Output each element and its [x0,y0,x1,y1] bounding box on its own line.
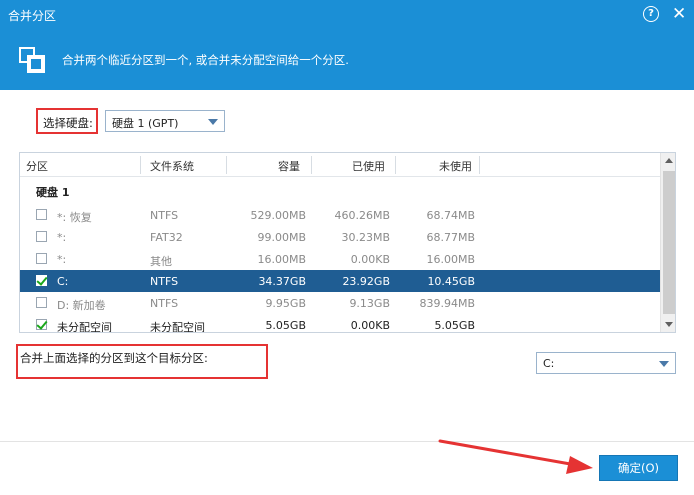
cell-partition: 未分配空间 [57,321,112,333]
table-row[interactable]: 未分配空间 未分配空间 5.05GB 0.00KB 5.05GB [20,314,660,333]
chevron-down-icon [659,361,669,367]
table-header: 分区 文件系统 容量 已使用 未使用 [20,153,660,177]
partition-table: 分区 文件系统 容量 已使用 未使用 硬盘 1 *: 恢复 NTFS 529.00M… [19,152,676,333]
cell-capacity: 5.05GB [265,319,306,332]
disk-select-label: 选择硬盘: [43,116,93,130]
cell-used: 460.26MB [334,209,390,222]
cell-used: 30.23MB [341,231,390,244]
column-divider[interactable] [140,156,141,174]
cell-capacity: 9.95GB [265,297,306,310]
close-icon[interactable]: ✕ [672,4,686,24]
cell-free: 5.05GB [434,319,475,332]
row-checkbox[interactable] [36,275,47,286]
banner-text: 合并两个临近分区到一个, 或合并未分配空间给一个分区. [62,53,349,67]
merge-target-label: 合并上面选择的分区到这个目标分区: [20,351,208,365]
row-checkbox[interactable] [36,209,47,220]
title-bar: 合并分区 ? ✕ [0,0,694,30]
column-header-capacity[interactable]: 容量 [278,158,300,174]
column-divider[interactable] [226,156,227,174]
cell-capacity: 34.37GB [258,275,306,288]
cell-used: 23.92GB [342,275,390,288]
column-divider[interactable] [479,156,480,174]
cell-filesystem: NTFS [150,297,179,310]
cell-capacity: 99.00MB [257,231,306,244]
column-header-used[interactable]: 已使用 [352,158,385,174]
table-scrollbar[interactable] [660,153,675,332]
column-divider[interactable] [395,156,396,174]
dialog-footer [0,441,694,495]
target-partition-value: C: [543,357,555,370]
cell-capacity: 16.00MB [257,253,306,266]
cell-used: 0.00KB [350,319,390,332]
cell-used: 0.00KB [350,253,390,266]
row-checkbox[interactable] [36,231,47,242]
scroll-down-icon[interactable] [661,316,675,332]
cell-filesystem: FAT32 [150,231,183,244]
column-divider[interactable] [311,156,312,174]
chevron-down-icon [208,119,218,125]
info-banner: 合并两个临近分区到一个, 或合并未分配空间给一个分区. [0,30,694,90]
cell-filesystem: NTFS [150,275,179,288]
disk-group-label: 硬盘 1 [36,186,70,199]
cell-used: 9.13GB [349,297,390,310]
cell-free: 68.77MB [426,231,475,244]
cell-filesystem: 其他 [150,255,172,268]
cell-partition: C: [57,275,69,288]
row-checkbox[interactable] [36,319,47,330]
table-row[interactable]: *: 其他 16.00MB 0.00KB 16.00MB [20,248,660,270]
ok-button[interactable]: 确定(O) [599,455,678,481]
column-header-free[interactable]: 未使用 [439,158,472,174]
cell-capacity: 529.00MB [250,209,306,222]
column-header-partition[interactable]: 分区 [26,158,48,174]
cell-free: 10.45GB [427,275,475,288]
target-partition-select[interactable]: C: [536,352,676,374]
help-icon[interactable]: ? [643,6,659,22]
table-row[interactable]: D: 新加卷 NTFS 9.95GB 9.13GB 839.94MB [20,292,660,314]
cell-partition: D: 新加卷 [57,299,106,312]
table-row[interactable]: C: NTFS 34.37GB 23.92GB 10.45GB [20,270,660,292]
cell-free: 16.00MB [426,253,475,266]
merge-partition-icon [19,47,45,73]
table-row[interactable]: *: 恢复 NTFS 529.00MB 460.26MB 68.74MB [20,204,660,226]
cell-partition: *: [57,253,67,266]
cell-partition: *: [57,231,67,244]
scroll-up-icon[interactable] [661,153,675,169]
row-checkbox[interactable] [36,297,47,308]
column-header-filesystem[interactable]: 文件系统 [150,158,194,174]
cell-filesystem: NTFS [150,209,179,222]
table-row[interactable]: *: FAT32 99.00MB 30.23MB 68.77MB [20,226,660,248]
disk-select[interactable]: 硬盘 1 (GPT) [105,110,225,132]
disk-select-value: 硬盘 1 (GPT) [112,117,179,130]
cell-partition: *: 恢复 [57,211,92,224]
row-checkbox[interactable] [36,253,47,264]
window-title: 合并分区 [8,9,57,23]
cell-filesystem: 未分配空间 [150,321,205,333]
cell-free: 839.94MB [419,297,475,310]
disk-group-row: 硬盘 1 [20,179,660,201]
cell-free: 68.74MB [426,209,475,222]
scroll-thumb[interactable] [663,171,675,314]
